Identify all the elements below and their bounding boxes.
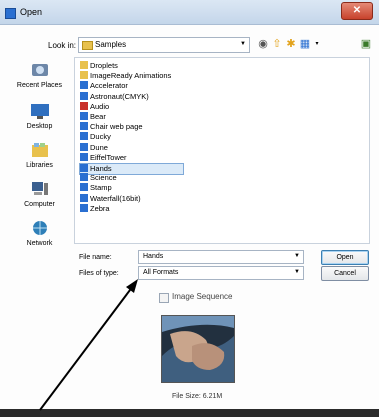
annotation-arrow	[39, 279, 138, 411]
open-dialog: Open ✕ Look in: Samples ▼ ◉ ⇧ ✱ ▦ ▾ ▣ Re…	[0, 0, 379, 417]
